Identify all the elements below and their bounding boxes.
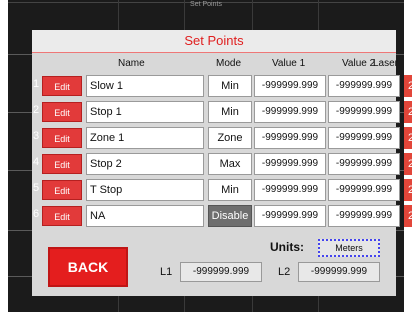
value1-field[interactable]: -999999.999 xyxy=(254,127,326,149)
laser-field[interactable]: 2 xyxy=(404,153,412,175)
name-field[interactable]: T Stop xyxy=(86,179,204,201)
laser-field[interactable]: 2 xyxy=(404,205,412,227)
window-title: Set Points xyxy=(190,1,222,8)
edit-button[interactable]: Edit xyxy=(42,128,82,148)
value1-field[interactable]: -999999.999 xyxy=(254,101,326,123)
l1-value: -999999.999 xyxy=(180,262,262,282)
setpoint-row-6: 6 Edit NA Disable -999999.999 -999999.99… xyxy=(32,204,412,228)
name-field[interactable]: Zone 1 xyxy=(86,127,204,149)
edit-button[interactable]: Edit xyxy=(42,102,82,122)
units-label: Units: xyxy=(270,240,304,254)
mode-field[interactable]: Disable xyxy=(208,205,252,227)
value2-field[interactable]: -999999.999 xyxy=(328,127,400,149)
name-field[interactable]: Stop 2 xyxy=(86,153,204,175)
setpoint-row-1: 1 Edit Slow 1 Min -999999.999 -999999.99… xyxy=(32,74,412,98)
header-laser: Laser xyxy=(373,58,399,69)
name-field[interactable]: Slow 1 xyxy=(86,75,204,97)
laser-field[interactable]: 2 xyxy=(404,127,412,149)
mode-field[interactable]: Min xyxy=(208,101,252,123)
laser-field[interactable]: 2 xyxy=(404,101,412,123)
value1-field[interactable]: -999999.999 xyxy=(254,179,326,201)
setpoint-row-2: 2 Edit Stop 1 Min -999999.999 -999999.99… xyxy=(32,100,412,124)
row-number: 4 xyxy=(32,156,40,168)
value1-field[interactable]: -999999.999 xyxy=(254,205,326,227)
name-field[interactable]: NA xyxy=(86,205,204,227)
edit-button[interactable]: Edit xyxy=(42,76,82,96)
header-mode: Mode xyxy=(216,58,242,69)
setpoint-row-5: 5 Edit T Stop Min -999999.999 -999999.99… xyxy=(32,178,412,202)
row-number: 2 xyxy=(32,104,40,116)
header-name: Name xyxy=(118,58,145,69)
edit-button[interactable]: Edit xyxy=(42,154,82,174)
panel-title: Set Points xyxy=(32,30,396,53)
value2-field[interactable]: -999999.999 xyxy=(328,205,400,227)
value2-field[interactable]: -999999.999 xyxy=(328,75,400,97)
header-value2: Value 2 xyxy=(342,58,376,69)
name-field[interactable]: Stop 1 xyxy=(86,101,204,123)
setpoint-row-3: 3 Edit Zone 1 Zone -999999.999 -999999.9… xyxy=(32,126,412,150)
value2-field[interactable]: -999999.999 xyxy=(328,179,400,201)
row-number: 6 xyxy=(32,208,40,220)
l1-label: L1 xyxy=(160,266,173,278)
back-button[interactable]: BACK xyxy=(48,247,128,287)
value1-field[interactable]: -999999.999 xyxy=(254,75,326,97)
units-selector[interactable]: Meters xyxy=(318,239,380,257)
setpoint-row-4: 4 Edit Stop 2 Max -999999.999 -999999.99… xyxy=(32,152,412,176)
l2-label: L2 xyxy=(278,266,291,278)
mode-field[interactable]: Max xyxy=(208,153,252,175)
mode-field[interactable]: Zone xyxy=(208,127,252,149)
value2-field[interactable]: -999999.999 xyxy=(328,153,400,175)
edit-button[interactable]: Edit xyxy=(42,180,82,200)
laser-field[interactable]: 2 xyxy=(404,179,412,201)
header-value1: Value 1 xyxy=(272,58,306,69)
row-number: 3 xyxy=(32,130,40,142)
mode-field[interactable]: Min xyxy=(208,179,252,201)
laser-field[interactable]: 2 xyxy=(404,75,412,97)
edit-button[interactable]: Edit xyxy=(42,206,82,226)
value1-field[interactable]: -999999.999 xyxy=(254,153,326,175)
mode-field[interactable]: Min xyxy=(208,75,252,97)
row-number: 1 xyxy=(32,78,40,90)
row-number: 5 xyxy=(32,182,40,194)
value2-field[interactable]: -999999.999 xyxy=(328,101,400,123)
l2-value: -999999.999 xyxy=(298,262,380,282)
